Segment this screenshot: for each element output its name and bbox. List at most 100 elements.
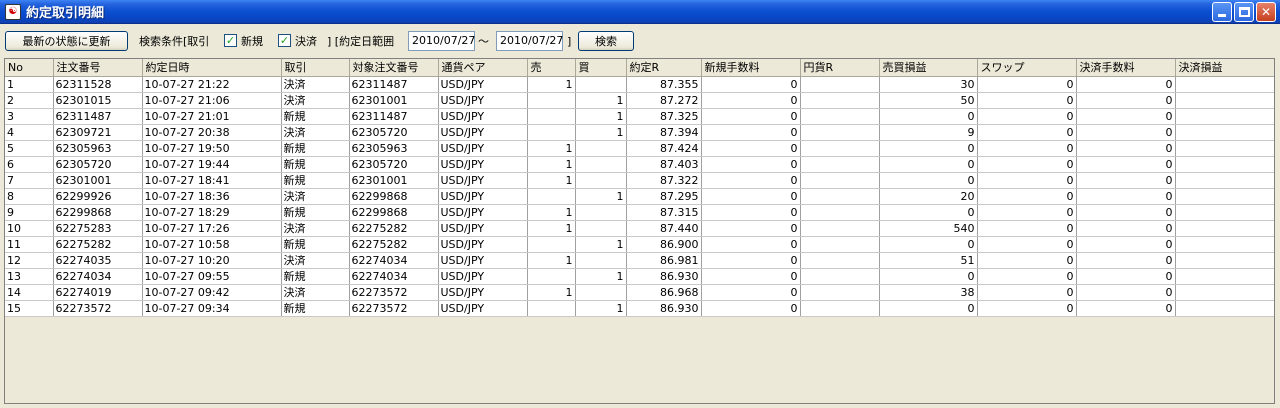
table-cell: 1 (575, 92, 627, 109)
column-header[interactable]: スワップ (977, 59, 1077, 77)
column-header[interactable]: 新規手数料 (701, 59, 801, 77)
refresh-button[interactable]: 最新の状態に更新 (5, 31, 128, 51)
column-header[interactable]: 対象注文番号 (349, 59, 439, 77)
column-header[interactable]: 円貨R (800, 59, 880, 77)
table-cell: 5 (5, 140, 54, 157)
table-cell (527, 124, 576, 141)
column-header[interactable]: 取引 (281, 59, 350, 77)
table-cell: 0 (879, 268, 978, 285)
column-header[interactable]: 約定R (626, 59, 702, 77)
column-header[interactable]: No (5, 59, 54, 77)
table-cell: USD/JPY (438, 236, 528, 253)
table-cell: 0 (879, 140, 978, 157)
table-cell: 62299926 (53, 188, 143, 205)
column-header[interactable]: 通貨ペア (438, 59, 528, 77)
table-cell: 62311528 (53, 76, 143, 93)
table-cell: 新規 (281, 236, 350, 253)
column-header[interactable]: 売 (527, 59, 576, 77)
table-cell: 2 (5, 92, 54, 109)
trade-grid[interactable]: No 注文番号 約定日時 取引 対象注文番号 通貨ペア売買約定R 新規手数料 円貨R 売買損益ス… (4, 58, 1275, 404)
table-cell: 0 (1076, 204, 1176, 221)
table-cell: 新規 (281, 172, 350, 189)
table-row[interactable]: 8 62299926 10-07-27 18:36 決済 62299868 USD/JPY… (5, 188, 1274, 205)
table-row[interactable]: 2 62301015 10-07-27 21:06 決済 62301001 USD/JPY… (5, 92, 1274, 109)
table-row[interactable]: 10 62275283 10-07-27 17:26 決済 62275282 USD/JP… (5, 220, 1274, 237)
table-body: 1 62311528 10-07-27 21:22 決済 62311487 USD/JPY… (5, 76, 1274, 317)
table-cell: 10-07-27 10:20 (142, 252, 282, 269)
window-title: 約定取引明細 (26, 6, 105, 21)
table-cell: 62305720 (349, 156, 439, 173)
table-cell: 新規 (281, 300, 350, 317)
table-row[interactable]: 7 62301001 10-07-27 18:41 新規 62301001 USD/JPY… (5, 172, 1274, 189)
table-row[interactable]: 12 62274035 10-07-27 10:20 決済 62274034 USD/JP… (5, 252, 1274, 269)
table-cell: 0 (1076, 92, 1176, 109)
table-cell: 62311487 (53, 108, 143, 125)
trade-detail-window: ☯ 約定取引明細 ✕ 最新の状態に更新 検索条件[取引 ✓ 新規 ✓ 決済 ] … (0, 0, 1280, 408)
new-checkbox[interactable]: ✓ (224, 34, 237, 47)
table-cell: 0 (701, 268, 801, 285)
table-cell: 62305720 (53, 156, 143, 173)
table-cell: 4 (5, 124, 54, 141)
table-cell: 0 (1076, 188, 1176, 205)
column-header[interactable]: 買 (575, 59, 627, 77)
table-cell (527, 92, 576, 109)
table-row[interactable]: 9 62299868 10-07-27 18:29 新規 62299868 USD/JPY… (5, 204, 1274, 221)
table-cell: 新規 (281, 140, 350, 157)
table-row[interactable]: 14 62274019 10-07-27 09:42 決済 62273572 USD/JP… (5, 284, 1274, 301)
column-header[interactable]: 決済損益 (1175, 59, 1274, 77)
column-header[interactable]: 約定日時 (142, 59, 282, 77)
maximize-button[interactable] (1234, 2, 1254, 22)
table-cell: 0 (1076, 268, 1176, 285)
table-cell: 10-07-27 09:55 (142, 268, 282, 285)
minimize-button[interactable] (1212, 2, 1232, 22)
table-row[interactable]: 3 62311487 10-07-27 21:01 新規 62311487 USD/JPY… (5, 108, 1274, 125)
table-cell: 0 (977, 220, 1077, 237)
table-cell: 10-07-27 19:50 (142, 140, 282, 157)
table-cell: 1 (527, 156, 576, 173)
table-cell: 0 (701, 188, 801, 205)
table-cell: 0 (701, 92, 801, 109)
date-from-input[interactable]: 2010/07/27 (408, 31, 475, 51)
table-row[interactable]: 1 62311528 10-07-27 21:22 決済 62311487 USD/JPY… (5, 76, 1274, 93)
table-cell (575, 140, 627, 157)
table-cell: 87.325 (626, 108, 702, 125)
settle-checkbox[interactable]: ✓ (278, 34, 291, 47)
table-cell: 決済 (281, 76, 350, 93)
table-cell: 0 (977, 156, 1077, 173)
table-cell: 9 (5, 204, 54, 221)
title-bar[interactable]: ☯ 約定取引明細 ✕ (0, 0, 1280, 24)
column-header[interactable]: 注文番号 (53, 59, 143, 77)
column-header[interactable]: 売買損益 (879, 59, 978, 77)
table-cell: 10-07-27 21:01 (142, 108, 282, 125)
table-cell: 62311487 (349, 76, 439, 93)
table-cell: 1 (527, 284, 576, 301)
search-button[interactable]: 検索 (578, 31, 634, 51)
table-row[interactable]: 4 62309721 10-07-27 20:38 決済 62305720 USD/JPY… (5, 124, 1274, 141)
table-cell: 10-07-27 21:22 (142, 76, 282, 93)
table-cell: 0 (701, 172, 801, 189)
table-cell: 0 (1076, 236, 1176, 253)
table-row[interactable]: 6 62305720 10-07-27 19:44 新規 62305720 USD/JPY… (5, 156, 1274, 173)
table-cell: 6 (5, 156, 54, 173)
table-cell: 0 (879, 204, 978, 221)
table-cell: 87.295 (626, 188, 702, 205)
table-row[interactable]: 5 62305963 10-07-27 19:50 新規 62305963 USD/JPY… (5, 140, 1274, 157)
table-cell: 86.900 (626, 236, 702, 253)
table-cell: 10-07-27 19:44 (142, 156, 282, 173)
table-cell: USD/JPY (438, 156, 528, 173)
table-cell: 1 (527, 172, 576, 189)
table-cell: 62301001 (349, 92, 439, 109)
table-cell: 0 (701, 252, 801, 269)
table-row[interactable]: 13 62274034 10-07-27 09:55 新規 62274034 USD/JP… (5, 268, 1274, 285)
table-cell: 0 (1175, 140, 1274, 157)
table-cell: 87.272 (626, 92, 702, 109)
table-row[interactable]: 15 62273572 10-07-27 09:34 新規 62273572 USD/JP… (5, 300, 1274, 317)
date-to-input[interactable]: 2010/07/27 (496, 31, 563, 51)
table-cell: 62274034 (349, 268, 439, 285)
close-button[interactable]: ✕ (1256, 2, 1276, 22)
table-cell: 0 (1175, 172, 1274, 189)
table-row[interactable]: 11 62275282 10-07-27 10:58 新規 62275282 USD/JP… (5, 236, 1274, 253)
table-cell: 0 (1076, 284, 1176, 301)
table-cell: 9 (1175, 124, 1274, 141)
column-header[interactable]: 決済手数料 (1076, 59, 1176, 77)
